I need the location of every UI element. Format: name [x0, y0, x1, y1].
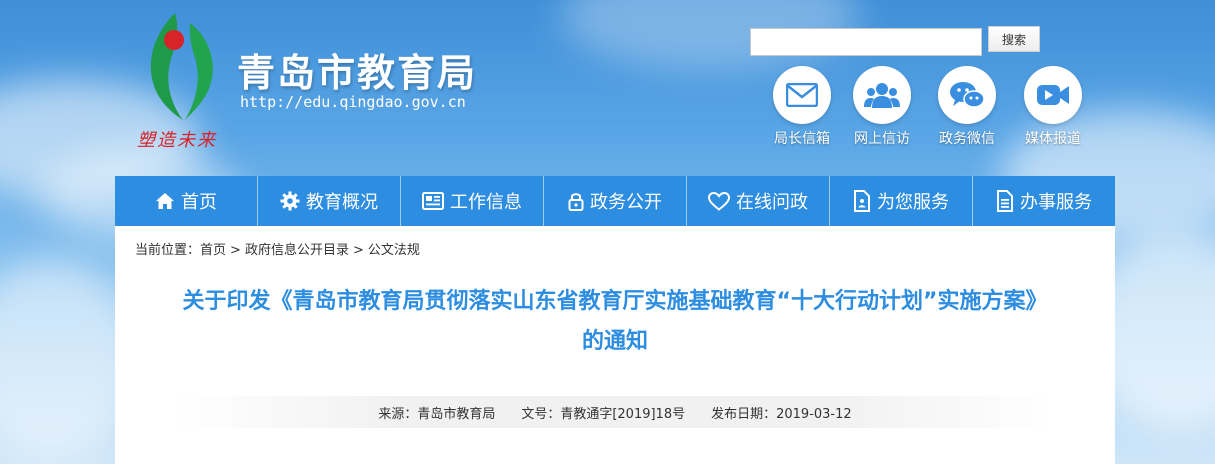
nav-item-label: 工作信息 [450, 192, 522, 213]
quick-link-media[interactable]: 媒体报道 [1021, 66, 1085, 148]
people-icon [864, 83, 900, 108]
quick-link-label: 政务微信 [939, 131, 995, 147]
nav-item-label: 在线问政 [736, 192, 808, 213]
breadcrumb-link-catalog[interactable]: 政府信息公开目录 [245, 243, 349, 258]
breadcrumb-link-home[interactable]: 首页 [200, 243, 226, 258]
article-title: 关于印发《青岛市教育局贯彻落实山东省教育厅实施基础教育“十大行动计划”实施方案》… [182, 289, 1048, 354]
search-input[interactable] [750, 28, 982, 56]
emblem-icon [150, 13, 213, 120]
nav-item-education-overview[interactable]: 教育概况 [258, 176, 401, 226]
nav-item-label: 政务公开 [590, 192, 662, 213]
breadcrumb-link-regulations[interactable]: 公文法规 [368, 243, 420, 258]
gear-icon [280, 191, 300, 211]
nav-item-label: 为您服务 [877, 192, 949, 213]
nav-item-label: 首页 [181, 192, 217, 213]
wechat-icon [950, 82, 985, 108]
mail-icon [786, 83, 818, 107]
breadcrumb: 当前位置：首页 > 政府信息公开目录 > 公文法规 [135, 239, 420, 258]
main-nav: 首页 教育概况 工作信息 政务公开 在线问政 为您服务 办事服务 [115, 176, 1115, 226]
search-button[interactable]: 搜索 [988, 26, 1040, 52]
breadcrumb-separator: > [230, 243, 241, 258]
article-meta: 来源：青岛市教育局 文号：青教通字[2019]18号 发布日期：2019-03-… [175, 396, 1055, 428]
quick-link-petition[interactable]: 网上信访 [850, 66, 914, 148]
lock-icon [568, 193, 584, 211]
breadcrumb-prefix: 当前位置： [135, 243, 201, 258]
article-publish-date: 发布日期：2019-03-12 [711, 406, 852, 422]
quick-link-wechat[interactable]: 政务微信 [935, 66, 999, 148]
nav-item-business-services[interactable]: 办事服务 [973, 176, 1115, 226]
quick-link-label: 网上信访 [854, 131, 910, 147]
slogan: 塑造未来 [137, 130, 217, 151]
home-icon [156, 193, 174, 209]
site-logo[interactable]: 塑造未来 青岛市教育局 http://edu.qingdao.gov.cn [135, 8, 495, 158]
breadcrumb-separator: > [352, 243, 364, 258]
content-panel: 当前位置：首页 > 政府信息公开目录 > 公文法规 关于印发《青岛市教育局贯彻落实山东省… [115, 226, 1115, 464]
site-title: 青岛市教育局 [237, 51, 478, 95]
document-icon [997, 190, 1013, 212]
nav-item-government-affairs[interactable]: 政务公开 [544, 176, 687, 226]
video-icon [1037, 85, 1069, 105]
nav-item-work-info[interactable]: 工作信息 [401, 176, 544, 226]
nav-item-label: 教育概况 [306, 192, 378, 213]
article-doc-number: 文号：青教通字[2019]18号 [521, 406, 686, 422]
document-person-icon [854, 190, 870, 212]
nav-item-online-inquiry[interactable]: 在线问政 [687, 176, 830, 226]
nav-item-home[interactable]: 首页 [115, 176, 258, 226]
site-url: http://edu.qingdao.gov.cn [240, 93, 466, 111]
heart-icon [708, 191, 730, 211]
nav-item-services[interactable]: 为您服务 [830, 176, 973, 226]
newspaper-icon [422, 192, 444, 210]
nav-item-label: 办事服务 [1020, 192, 1092, 213]
quick-link-director-mailbox[interactable]: 局长信箱 [770, 66, 834, 148]
quick-link-label: 局长信箱 [774, 131, 830, 147]
article-source: 来源：青岛市教育局 [378, 406, 496, 422]
quick-link-label: 媒体报道 [1025, 131, 1081, 147]
